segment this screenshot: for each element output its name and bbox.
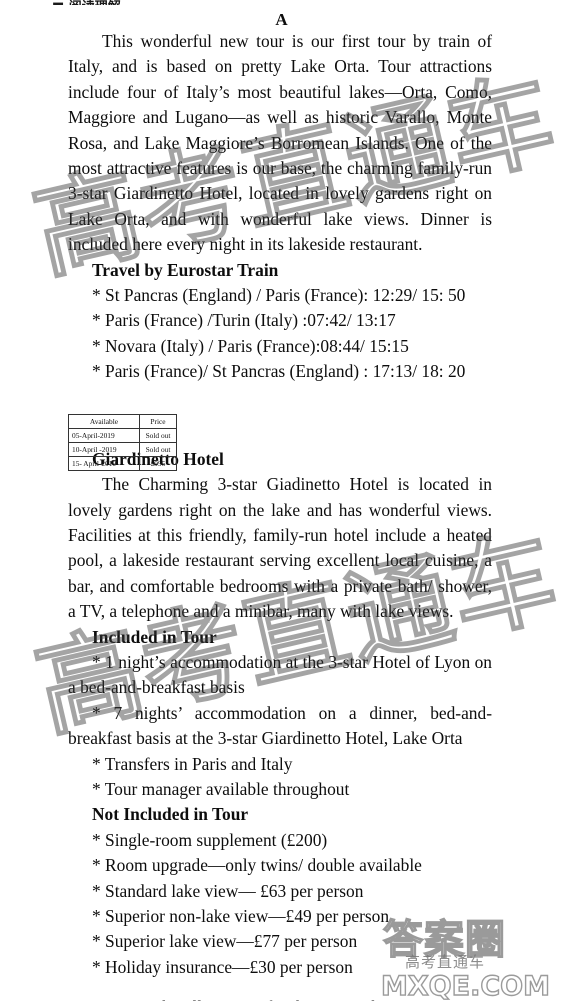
not-included-item: * Superior non-lake view—£49 per person: [92, 906, 390, 926]
cell-available-date: 15- April-2019: [68, 456, 140, 471]
included-item: * 1 night’s accommodation at the 3-star …: [68, 651, 492, 698]
not-included-item: * Standard lake view— £63 per person: [92, 880, 364, 901]
travel-item: * St Pancras (England) / Paris (France):…: [92, 285, 466, 306]
travel-item: * Paris (France)/ St Pancras (England) :…: [92, 361, 466, 382]
cut-off-question-line: 21. How much will you pay for the tour w…: [68, 995, 488, 1001]
table-row: 10-April -2019 Sold out: [68, 442, 177, 457]
not-included-item: * Single-room supplement (£200): [92, 829, 328, 850]
cell-price: Sold out: [139, 428, 177, 443]
included-item: * Tour manager available throughout: [92, 778, 350, 799]
text-flow: This wonderful new tour is our first tou…: [68, 29, 492, 980]
heading-travel-by-eurostar-train: Travel by Eurostar Train: [92, 259, 279, 280]
availability-price-table: Available Price 05-April-2019 Sold out 1…: [68, 414, 177, 471]
table-row: 15- April-2019 £995: [68, 456, 177, 471]
travel-item: * Novara (Italy) / Paris (France):08:44/…: [92, 335, 409, 356]
section-letter-heading: A: [275, 10, 288, 29]
intro-paragraph: This wonderful new tour is our first tou…: [68, 31, 492, 255]
page-content: ■ 阅读理解 A This wonderful new tour is our …: [0, 0, 563, 1001]
table-row: 05-April-2019 Sold out: [68, 428, 177, 443]
scanned-page: ■ 阅读理解 A This wonderful new tour is our …: [0, 0, 563, 1001]
availability-price-table-wrap: Available Price 05-April-2019 Sold out 1…: [68, 414, 177, 471]
cell-price: Sold out: [139, 442, 177, 457]
not-included-item: * Room upgrade—only twins/ double availa…: [92, 855, 422, 876]
travel-item: * Paris (France) /Turin (Italy) :07:42/ …: [92, 310, 396, 331]
included-item: * Transfers in Paris and Italy: [92, 753, 293, 774]
included-item: * 7 nights’ accommodation on a dinner, b…: [68, 702, 492, 749]
hotel-paragraph: The Charming 3-star Giadinetto Hotel is …: [68, 474, 492, 622]
column-header-available: Available: [68, 414, 140, 429]
heading-included-in-tour: Included in Tour: [92, 626, 217, 647]
cell-price: £995: [139, 456, 177, 471]
heading-not-included-in-tour: Not Included in Tour: [92, 804, 249, 825]
not-included-item: * Superior lake view—£77 per person: [92, 931, 358, 952]
column-header-price: Price: [139, 414, 177, 429]
cell-available-date: 10-April -2019: [68, 442, 140, 457]
cut-off-header-line: ■ 阅读理解: [52, 0, 232, 5]
not-included-item: * Holiday insurance—£30 per person: [92, 956, 353, 977]
cell-available-date: 05-April-2019: [68, 428, 140, 443]
table-header-row: Available Price: [68, 414, 177, 429]
